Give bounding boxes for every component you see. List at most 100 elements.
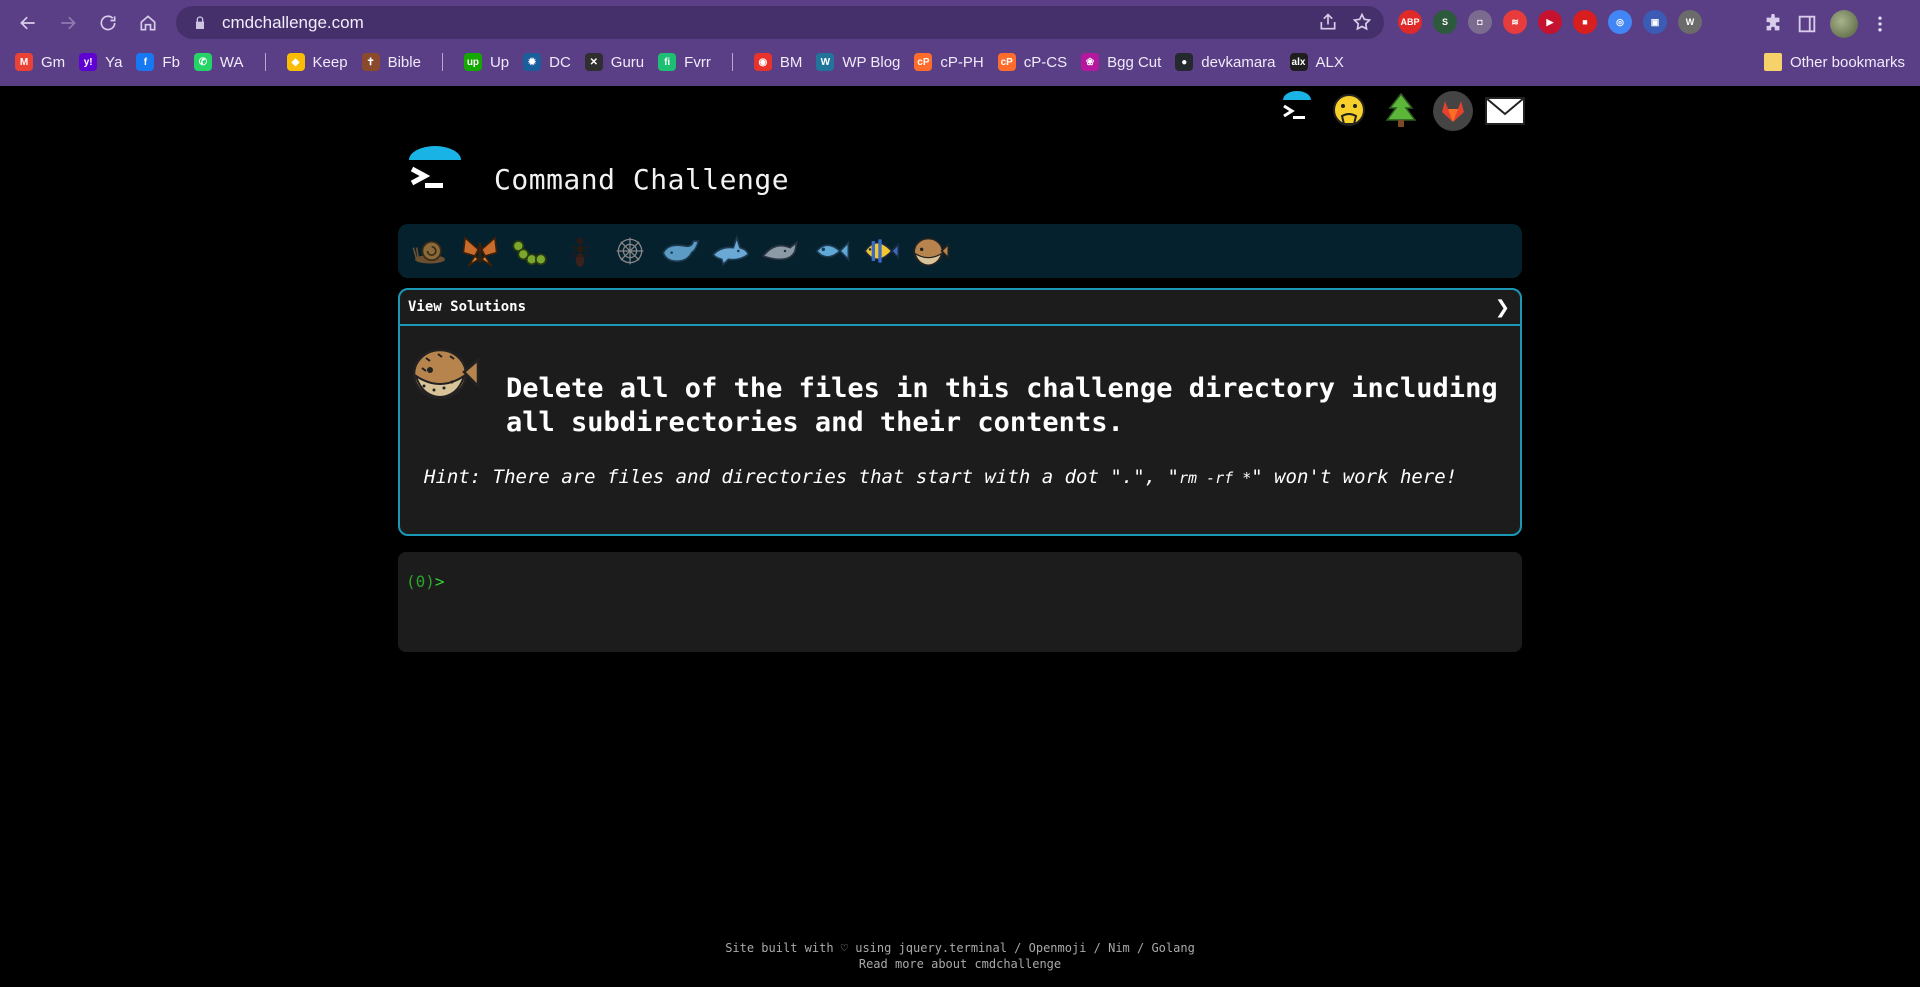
view-solutions-label: View Solutions	[408, 299, 527, 315]
bookmark-devkamara[interactable]: ● devkamara	[1168, 48, 1282, 76]
bookmark-cp-cs[interactable]: cP cP-CS	[991, 48, 1074, 76]
bookmark-favicon-icon: f	[136, 53, 155, 71]
bookmark-label: Bgg Cut	[1107, 53, 1162, 71]
pufferfish-icon	[412, 348, 480, 400]
bookmark-keep[interactable]: ◆ Keep	[280, 48, 355, 76]
site-brand: Command Challenge	[408, 146, 789, 202]
bookmark-label: Bible	[387, 53, 421, 71]
tree-link[interactable]	[1380, 90, 1422, 132]
email-link[interactable]	[1484, 90, 1526, 132]
abp-extension-icon[interactable]: ABP	[1398, 10, 1422, 34]
other-bookmarks-folder[interactable]: Other bookmarks	[1757, 48, 1912, 76]
bookmark-ya[interactable]: y! Ya	[72, 48, 129, 76]
level-2-button[interactable]	[458, 229, 502, 273]
level-1-button[interactable]	[408, 229, 452, 273]
bookmark-label: Up	[489, 53, 510, 71]
ext-blue-icon[interactable]: ▣	[1643, 10, 1667, 34]
back-button[interactable]	[14, 9, 42, 37]
dolphin-icon	[761, 240, 798, 261]
bookmarks-bar: M Gm y! Ya f Fb ✆ WA ◆ Keep ✝ Bible up Up ✹ DC ✕ Guru fi Fv…	[0, 46, 1920, 78]
wordpress-extension-icon[interactable]: W	[1678, 10, 1702, 34]
home-icon	[140, 15, 156, 31]
challenge-description: Delete all of the files in this challeng…	[506, 373, 1498, 438]
level-7-button[interactable]	[708, 229, 752, 273]
bookmark-favicon-icon: ✝	[361, 53, 380, 71]
bookmark-bm[interactable]: ◉ BM	[747, 48, 810, 76]
page-content: Command Challenge View Solutions ❯ Delet…	[0, 86, 1920, 987]
url-text: cmdchallenge.com	[222, 12, 364, 32]
site-footer: Site built with ♡ using jquery.terminal …	[0, 940, 1920, 972]
gitlab-icon	[1433, 91, 1473, 131]
site-logo[interactable]	[408, 146, 462, 202]
bookmark-label: Ya	[105, 53, 123, 71]
level-3-button[interactable]	[508, 229, 552, 273]
share-icon[interactable]	[1318, 12, 1338, 32]
level-5-button[interactable]	[608, 229, 652, 273]
reload-button[interactable]	[94, 9, 122, 37]
bookmark-label: Guru	[610, 53, 645, 71]
terminal[interactable]: (0)>	[398, 552, 1522, 652]
bookmark-wa[interactable]: ✆ WA	[187, 48, 251, 76]
oops-emoji-link[interactable]	[1328, 90, 1370, 132]
bookmark-favicon-icon: cP	[914, 53, 933, 71]
bookmark-label: WA	[219, 53, 244, 71]
bookmark-favicon-icon: up	[463, 53, 482, 71]
hint-code: rm -rf *	[1178, 469, 1252, 487]
camera-extension-icon[interactable]: ◘	[1468, 10, 1492, 34]
menu-kebab-icon[interactable]	[1870, 13, 1890, 35]
site-title: Command Challenge	[494, 162, 790, 196]
bookmark-bible[interactable]: ✝ Bible	[355, 48, 428, 76]
bookmark-separator	[441, 53, 443, 71]
view-solutions-toggle[interactable]: View Solutions ❯	[400, 290, 1520, 326]
level-8-button[interactable]	[758, 229, 802, 273]
bookmark-wp-blog[interactable]: W WP Blog	[809, 48, 907, 76]
pufferfish-avatar	[410, 342, 480, 402]
home-button[interactable]	[134, 9, 162, 37]
bookmark-label: Keep	[312, 53, 348, 71]
forward-button[interactable]	[54, 9, 82, 37]
ext-red-swirl-icon[interactable]: ≋	[1503, 10, 1527, 34]
puzzle-extensions-icon[interactable]	[1762, 13, 1784, 35]
bookmark-fb[interactable]: f Fb	[129, 48, 187, 76]
gitlab-link[interactable]	[1432, 90, 1474, 132]
caterpillar-icon	[512, 240, 547, 266]
bookmark-bgg-cut[interactable]: ❀ Bgg Cut	[1074, 48, 1168, 76]
other-bookmarks-label: Other bookmarks	[1789, 53, 1905, 71]
bookmark-fvrr[interactable]: fi Fvrr	[651, 48, 718, 76]
level-4-button[interactable]	[558, 229, 602, 273]
bookmark-label: devkamara	[1201, 53, 1276, 71]
level-9-button[interactable]	[808, 229, 852, 273]
level-11-button[interactable]	[908, 229, 952, 273]
top-right-links	[1276, 90, 1526, 132]
bookmark-gm[interactable]: M Gm	[8, 48, 72, 76]
snail-icon	[412, 241, 445, 264]
bookmark-cp-ph[interactable]: cP cP-PH	[907, 48, 990, 76]
tropical-fish-icon	[863, 239, 900, 263]
bookmark-star-icon[interactable]	[1352, 12, 1372, 32]
extensions-row: ABP S ◘ ≋ ▶ ■ ◎ ▣ W	[1398, 10, 1702, 34]
bookmark-dc[interactable]: ✹ DC	[516, 48, 578, 76]
side-panel-icon[interactable]	[1796, 13, 1818, 35]
challenge-hint: Hint: There are files and directories th…	[424, 466, 1457, 488]
footer-read-more-link[interactable]: Read more about cmdchallenge	[0, 956, 1920, 972]
bookmark-guru[interactable]: ✕ Guru	[578, 48, 651, 76]
whale-icon	[662, 240, 700, 263]
s-extension-icon[interactable]: S	[1433, 10, 1457, 34]
cmdchallenge-home-link[interactable]	[1276, 90, 1318, 132]
ext-record-icon[interactable]: ■	[1573, 10, 1597, 34]
chrome-circle-icon[interactable]: ◎	[1608, 10, 1632, 34]
challenge-level-bar	[398, 224, 1522, 278]
level-6-button[interactable]	[658, 229, 702, 273]
bookmark-label: BM	[779, 53, 803, 71]
bookmark-up[interactable]: up Up	[457, 48, 516, 76]
level-10-button[interactable]	[858, 229, 902, 273]
address-bar[interactable]: cmdchallenge.com	[176, 6, 1384, 39]
blowfish-icon	[913, 237, 950, 266]
forward-arrow-icon	[61, 16, 76, 30]
bookmark-label: Fvrr	[684, 53, 711, 71]
bookmark-alx[interactable]: alx ALX	[1283, 48, 1351, 76]
face-hand-over-mouth-icon	[1333, 94, 1365, 126]
bookmark-favicon-icon: M	[15, 53, 33, 71]
ext-red-play-icon[interactable]: ▶	[1538, 10, 1562, 34]
profile-avatar[interactable]	[1830, 10, 1858, 38]
